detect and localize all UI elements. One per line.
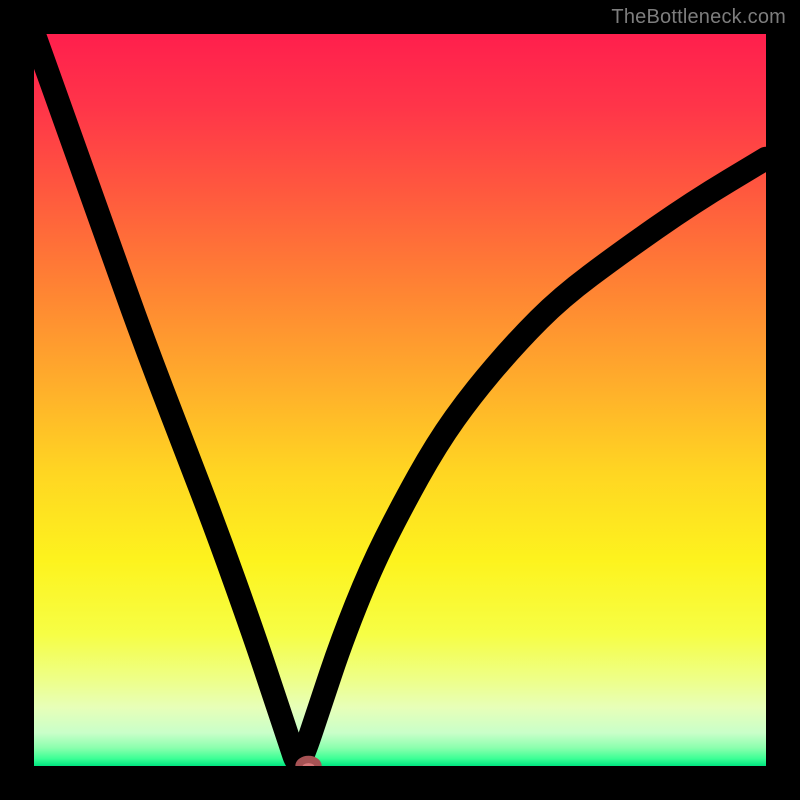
bottleneck-curve [34,34,766,762]
optimum-marker [299,759,318,766]
chart-frame: TheBottleneck.com [0,0,800,800]
plot-area [34,34,766,766]
watermark-text: TheBottleneck.com [611,6,786,29]
chart-svg [34,34,766,766]
